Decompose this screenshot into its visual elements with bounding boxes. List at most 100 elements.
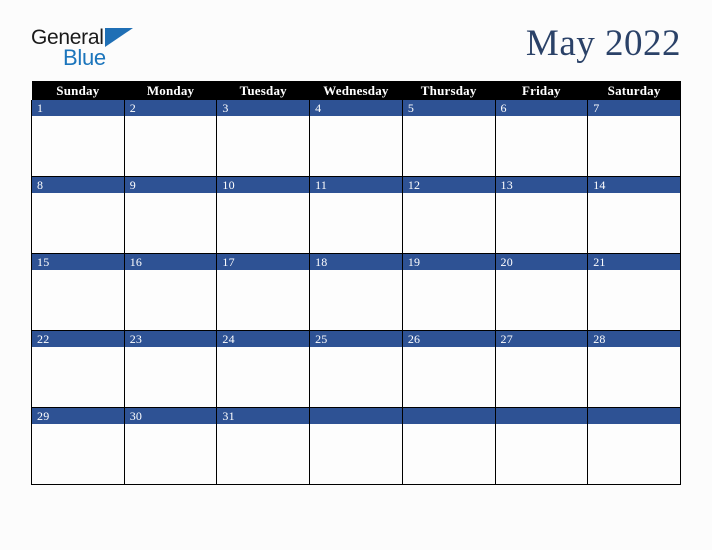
weekday-header-saturday: Saturday bbox=[587, 81, 681, 100]
day-events-area[interactable] bbox=[402, 116, 495, 176]
calendar-day-cell-empty[interactable] bbox=[587, 407, 681, 485]
day-number bbox=[402, 408, 495, 424]
day-number: 27 bbox=[495, 331, 588, 347]
day-events-area[interactable] bbox=[32, 347, 124, 407]
calendar-day-cell[interactable]: 5 bbox=[401, 100, 496, 177]
calendar-body: 1 2 3 4 5 6 7 8 9 10 11 12 13 14 15 16 1… bbox=[31, 100, 681, 485]
calendar-day-cell[interactable]: 7 bbox=[587, 100, 681, 177]
calendar-day-cell[interactable]: 26 bbox=[401, 330, 496, 408]
day-events-area[interactable] bbox=[402, 270, 495, 330]
weekday-header-row: Sunday Monday Tuesday Wednesday Thursday… bbox=[31, 81, 681, 100]
calendar-day-cell-empty[interactable] bbox=[309, 407, 403, 485]
calendar-day-cell[interactable]: 12 bbox=[401, 176, 496, 254]
calendar-week-row: 22 23 24 25 26 27 28 bbox=[31, 330, 681, 408]
weekday-header-tuesday: Tuesday bbox=[216, 81, 310, 100]
day-events-area[interactable] bbox=[32, 270, 124, 330]
day-events-area[interactable] bbox=[495, 424, 588, 484]
calendar-day-cell[interactable]: 16 bbox=[123, 253, 218, 331]
calendar-day-cell[interactable]: 13 bbox=[494, 176, 589, 254]
day-number: 14 bbox=[588, 177, 680, 193]
day-events-area[interactable] bbox=[402, 193, 495, 253]
day-events-area[interactable] bbox=[588, 193, 680, 253]
calendar-week-row: 1 2 3 4 5 6 7 bbox=[31, 100, 681, 177]
day-events-area[interactable] bbox=[124, 347, 217, 407]
calendar-day-cell[interactable]: 25 bbox=[309, 330, 403, 408]
day-number: 15 bbox=[32, 254, 124, 270]
calendar-day-cell[interactable]: 20 bbox=[494, 253, 589, 331]
calendar-day-cell[interactable]: 14 bbox=[587, 176, 681, 254]
day-number: 22 bbox=[32, 331, 124, 347]
day-events-area[interactable] bbox=[310, 347, 402, 407]
calendar-day-cell[interactable]: 30 bbox=[123, 407, 218, 485]
day-events-area[interactable] bbox=[217, 270, 310, 330]
calendar-day-cell[interactable]: 19 bbox=[401, 253, 496, 331]
day-events-area[interactable] bbox=[124, 270, 217, 330]
day-number: 20 bbox=[495, 254, 588, 270]
day-number: 24 bbox=[217, 331, 310, 347]
calendar-day-cell[interactable]: 10 bbox=[216, 176, 311, 254]
calendar-day-cell[interactable]: 23 bbox=[123, 330, 218, 408]
day-events-area[interactable] bbox=[588, 424, 680, 484]
day-events-area[interactable] bbox=[402, 347, 495, 407]
day-events-area[interactable] bbox=[124, 193, 217, 253]
day-events-area[interactable] bbox=[310, 116, 402, 176]
day-events-area[interactable] bbox=[310, 424, 402, 484]
calendar-day-cell[interactable]: 9 bbox=[123, 176, 218, 254]
calendar-day-cell[interactable]: 8 bbox=[31, 176, 125, 254]
calendar-day-cell[interactable]: 18 bbox=[309, 253, 403, 331]
calendar-day-cell-empty[interactable] bbox=[401, 407, 496, 485]
day-events-area[interactable] bbox=[217, 347, 310, 407]
calendar-day-cell[interactable]: 29 bbox=[31, 407, 125, 485]
day-events-area[interactable] bbox=[124, 424, 217, 484]
day-number: 6 bbox=[495, 100, 588, 116]
calendar-day-cell[interactable]: 11 bbox=[309, 176, 403, 254]
day-number: 7 bbox=[588, 100, 680, 116]
calendar-day-cell[interactable]: 3 bbox=[216, 100, 311, 177]
calendar-day-cell[interactable]: 1 bbox=[31, 100, 125, 177]
day-events-area[interactable] bbox=[32, 116, 124, 176]
day-number: 10 bbox=[217, 177, 310, 193]
calendar-day-cell[interactable]: 21 bbox=[587, 253, 681, 331]
day-events-area[interactable] bbox=[588, 116, 680, 176]
day-number: 11 bbox=[310, 177, 402, 193]
calendar-day-cell-empty[interactable] bbox=[494, 407, 589, 485]
calendar-day-cell[interactable]: 31 bbox=[216, 407, 311, 485]
day-events-area[interactable] bbox=[495, 116, 588, 176]
day-events-area[interactable] bbox=[32, 193, 124, 253]
day-events-area[interactable] bbox=[310, 270, 402, 330]
weekday-header-monday: Monday bbox=[124, 81, 217, 100]
day-events-area[interactable] bbox=[588, 347, 680, 407]
day-events-area[interactable] bbox=[217, 193, 310, 253]
calendar-day-cell[interactable]: 6 bbox=[494, 100, 589, 177]
calendar-day-cell[interactable]: 22 bbox=[31, 330, 125, 408]
calendar-day-cell[interactable]: 4 bbox=[309, 100, 403, 177]
weekday-header-wednesday: Wednesday bbox=[309, 81, 403, 100]
day-events-area[interactable] bbox=[402, 424, 495, 484]
day-events-area[interactable] bbox=[495, 193, 588, 253]
day-events-area[interactable] bbox=[495, 270, 588, 330]
day-number: 8 bbox=[32, 177, 124, 193]
day-events-area[interactable] bbox=[310, 193, 402, 253]
day-events-area[interactable] bbox=[217, 424, 310, 484]
calendar-day-cell[interactable]: 15 bbox=[31, 253, 125, 331]
day-number: 13 bbox=[495, 177, 588, 193]
day-events-area[interactable] bbox=[32, 424, 124, 484]
day-number bbox=[495, 408, 588, 424]
day-events-area[interactable] bbox=[495, 347, 588, 407]
calendar-grid: Sunday Monday Tuesday Wednesday Thursday… bbox=[31, 81, 681, 485]
day-events-area[interactable] bbox=[217, 116, 310, 176]
day-events-area[interactable] bbox=[588, 270, 680, 330]
calendar-day-cell[interactable]: 27 bbox=[494, 330, 589, 408]
day-events-area[interactable] bbox=[124, 116, 217, 176]
day-number: 26 bbox=[402, 331, 495, 347]
day-number: 2 bbox=[124, 100, 217, 116]
calendar-day-cell[interactable]: 17 bbox=[216, 253, 311, 331]
day-number bbox=[310, 408, 402, 424]
day-number: 28 bbox=[588, 331, 680, 347]
calendar-day-cell[interactable]: 28 bbox=[587, 330, 681, 408]
day-number: 30 bbox=[124, 408, 217, 424]
brand-logo: General Blue bbox=[31, 27, 141, 73]
calendar-day-cell[interactable]: 2 bbox=[123, 100, 218, 177]
calendar-day-cell[interactable]: 24 bbox=[216, 330, 311, 408]
calendar-header-row: Sunday Monday Tuesday Wednesday Thursday… bbox=[31, 81, 681, 100]
